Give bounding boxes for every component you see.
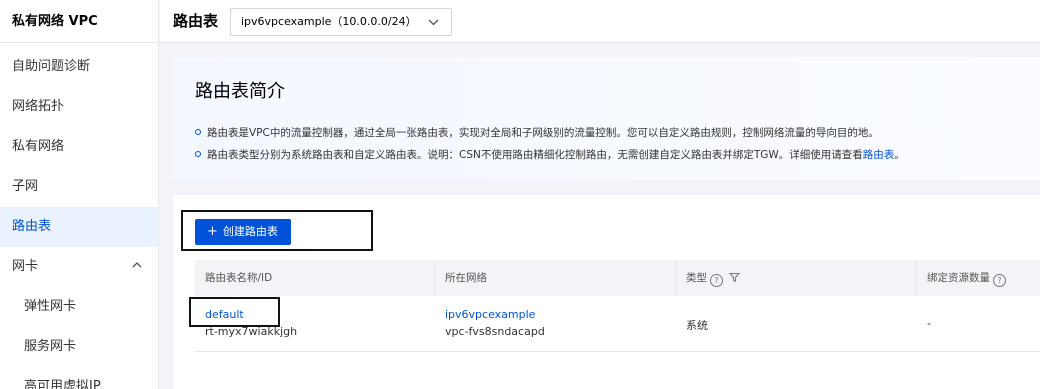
help-icon[interactable]: ? [993, 274, 1006, 287]
sidebar-item-route-table[interactable]: 路由表 [0, 207, 158, 247]
col-header-name-id: 路由表名称/ID [195, 260, 435, 296]
sidebar-item-vpc[interactable]: 私有网络 [0, 127, 158, 167]
help-icon[interactable]: ? [710, 274, 723, 287]
bullet-icon [195, 129, 201, 135]
route-table-type: 系统 [686, 319, 708, 332]
page-header: 路由表 ipv6vpcexample（10.0.0.0/24） [160, 0, 1040, 43]
cell-bound-count: - [917, 296, 1040, 352]
vpc-select[interactable]: ipv6vpcexample（10.0.0.0/24） [230, 8, 452, 36]
cell-type: 系统 [676, 296, 917, 352]
col-header-bound-count-label: 绑定资源数量 [927, 272, 990, 284]
route-table-doc-link[interactable]: 路由表 [863, 149, 895, 161]
intro-line-2-text: 路由表类型分别为系统路由表和自定义路由表。说明：CSN不使用路由精细化控制路由，… [207, 149, 863, 161]
col-header-bound-count: 绑定资源数量? [917, 260, 1040, 296]
intro-line-1-text: 路由表是VPC中的流量控制器，通过全局一张路由表，实现对全局和子网级别的流量控制… [207, 127, 879, 139]
bound-resource-count: - [927, 317, 931, 330]
table-row: default rt-myx7wiakkjgh ipv6vpcexample v… [195, 296, 1040, 352]
col-header-type: 类型? [676, 260, 917, 296]
intro-title: 路由表简介 [195, 81, 285, 102]
col-header-network: 所在网络 [435, 260, 676, 296]
create-route-table-label: 创建路由表 [222, 225, 278, 238]
sidebar-subitem-elastic-eni[interactable]: 弹性网卡 [0, 287, 158, 327]
intro-panel: 路由表简介 路由表是VPC中的流量控制器，通过全局一张路由表，实现对全局和子网级… [173, 57, 1040, 180]
chevron-up-icon [132, 247, 142, 287]
plus-icon: + [207, 224, 218, 239]
chevron-down-icon [428, 9, 439, 44]
sidebar-subitem-service-eni[interactable]: 服务网卡 [0, 327, 158, 367]
bullet-icon [195, 151, 201, 157]
sidebar-title: 私有网络 VPC [0, 0, 158, 43]
create-route-table-button[interactable]: + 创建路由表 [195, 219, 291, 245]
vpc-select-value: ipv6vpcexample（10.0.0.0/24） [241, 15, 417, 28]
network-name-link[interactable]: ipv6vpcexample [445, 308, 535, 321]
page-title: 路由表 [173, 12, 219, 30]
network-id: vpc-fvs8sndacapd [445, 325, 545, 338]
sidebar-item-diagnosis[interactable]: 自助问题诊断 [0, 47, 158, 87]
route-table-list-card: + 创建路由表 路由表名称/ID 所在网络 类型? 绑定资源数量? default… [173, 195, 1040, 389]
highlight-box [189, 297, 280, 327]
filter-icon[interactable] [728, 262, 741, 298]
sidebar-item-eni-group[interactable]: 网卡 [0, 247, 158, 287]
intro-line-2: 路由表类型分别为系统路由表和自定义路由表。说明：CSN不使用路由精细化控制路由，… [195, 147, 905, 162]
sidebar-item-topology[interactable]: 网络拓扑 [0, 87, 158, 127]
sidebar-subitem-havip[interactable]: 高可用虚拟IP [0, 367, 158, 389]
cell-network: ipv6vpcexample vpc-fvs8sndacapd [435, 296, 676, 352]
col-header-type-label: 类型 [686, 272, 707, 284]
intro-line-1: 路由表是VPC中的流量控制器，通过全局一张路由表，实现对全局和子网级别的流量控制… [195, 125, 879, 140]
sidebar-item-subnet[interactable]: 子网 [0, 167, 158, 207]
col-header-network-label: 所在网络 [445, 272, 487, 284]
intro-line-2-suffix: 。 [894, 149, 905, 161]
sidebar: 私有网络 VPC 自助问题诊断 网络拓扑 私有网络 子网 路由表 网卡 弹性网卡… [0, 0, 159, 389]
sidebar-item-eni-label: 网卡 [12, 259, 39, 274]
table-header: 路由表名称/ID 所在网络 类型? 绑定资源数量? [195, 260, 1040, 296]
route-table-table: 路由表名称/ID 所在网络 类型? 绑定资源数量? default rt-myx… [195, 260, 1040, 352]
col-header-name-id-label: 路由表名称/ID [205, 272, 273, 284]
